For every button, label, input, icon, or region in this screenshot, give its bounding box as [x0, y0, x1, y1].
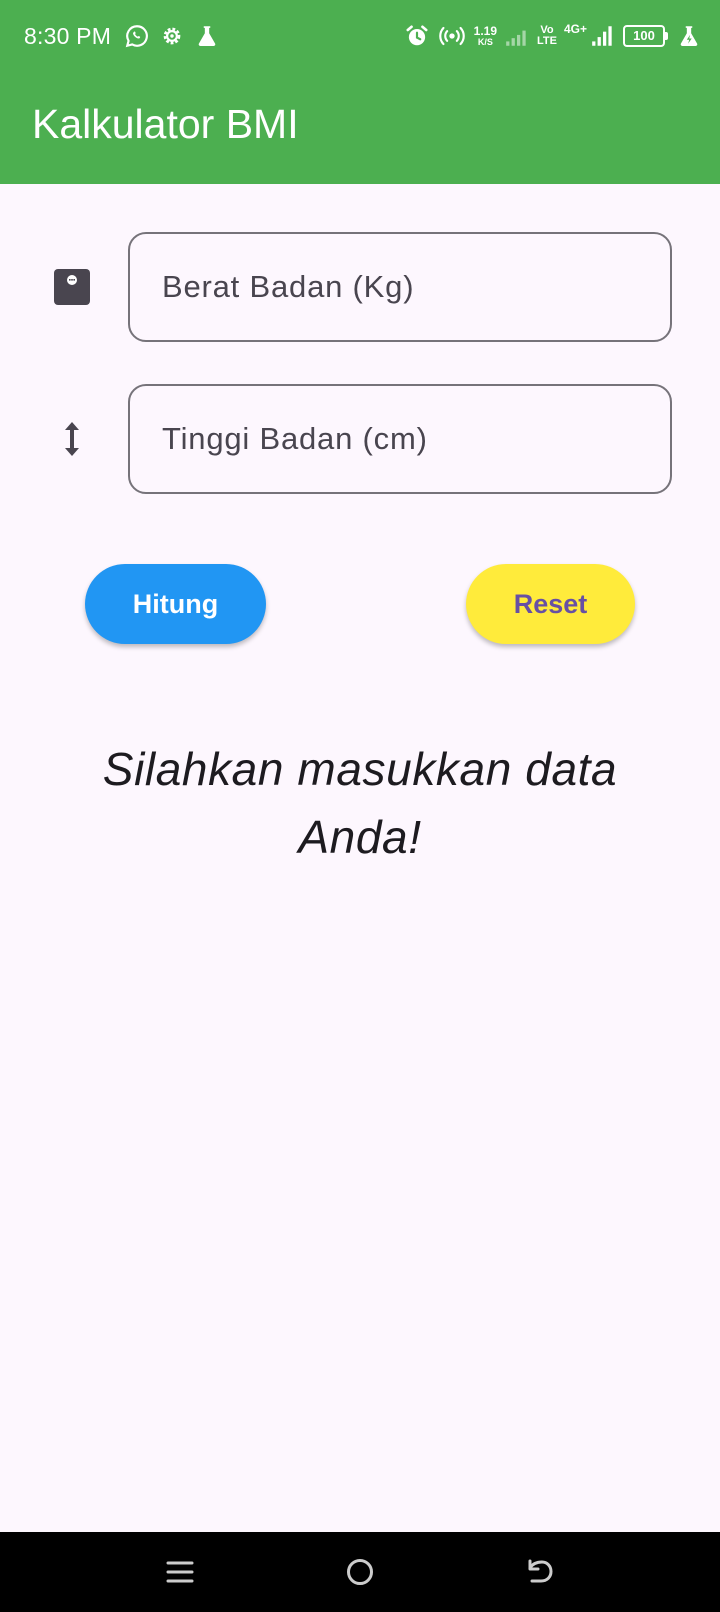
home-icon[interactable] [340, 1552, 380, 1592]
status-left-icons [124, 22, 220, 50]
network-type: 4G+ [563, 22, 587, 36]
app-header: 8:30 PM 1.19 K/S Vo LTE 4G+ 100 Kalkulat… [0, 0, 720, 184]
whatsapp-icon [124, 23, 150, 49]
app-title: Kalkulator BMI [32, 101, 299, 147]
network-speed: 1.19 K/S [474, 25, 497, 47]
height-arrows-icon [52, 419, 92, 459]
result-message: Silahkan masukkan data Anda! [102, 743, 618, 863]
signal-full-icon [590, 23, 616, 49]
volte-indicator: Vo LTE [537, 25, 557, 47]
menu-icon[interactable] [160, 1552, 200, 1592]
status-time: 8:30 PM [24, 23, 112, 49]
screen: 8:30 PM 1.19 K/S Vo LTE 4G+ 100 Kalkulat… [0, 0, 720, 1612]
battery-indicator: 100 [623, 25, 668, 47]
settings-gear-icon [159, 23, 185, 49]
network-speed-unit: K/S [477, 37, 493, 47]
status-bar: 8:30 PM 1.19 K/S Vo LTE 4G+ 100 [0, 0, 720, 74]
system-nav-bar [0, 1532, 720, 1612]
scale-icon [52, 267, 92, 307]
height-input[interactable] [130, 386, 670, 492]
signal-weak-icon [504, 23, 530, 49]
weight-field-row [0, 232, 720, 342]
charging-flask-icon [676, 23, 702, 49]
hotspot-icon [437, 23, 467, 49]
calculate-button[interactable]: Hitung [85, 564, 266, 644]
height-field[interactable] [128, 384, 672, 494]
volte-bottom: LTE [537, 35, 557, 47]
back-icon[interactable] [520, 1552, 560, 1592]
weight-field[interactable] [128, 232, 672, 342]
reset-button[interactable]: Reset [466, 564, 635, 644]
flask-icon [194, 23, 220, 49]
status-right-icons: 1.19 K/S Vo LTE 4G+ 100 [404, 20, 702, 52]
battery-level: 100 [633, 28, 655, 43]
alarm-icon [404, 23, 430, 49]
height-field-row [0, 384, 720, 494]
network-speed-value: 1.19 [473, 24, 498, 38]
weight-input[interactable] [130, 234, 670, 340]
